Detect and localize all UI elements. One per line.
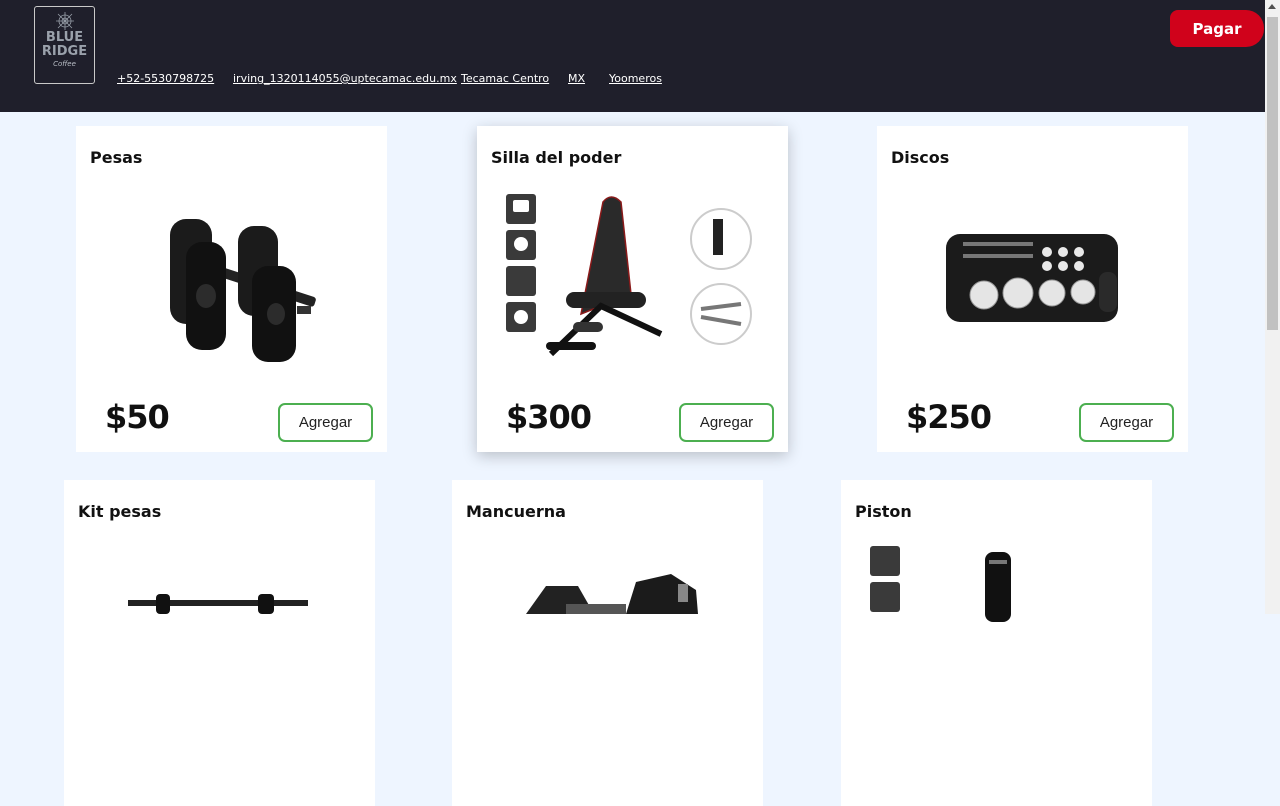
product-card-kit-pesas: Kit pesas: [64, 480, 375, 806]
product-card-piston: Piston: [841, 480, 1152, 806]
pay-button[interactable]: Pagar: [1170, 10, 1264, 47]
product-title: Piston: [855, 502, 912, 521]
dumbbells-image: [170, 219, 316, 362]
plate-case-image: [946, 234, 1118, 322]
add-to-cart-button[interactable]: Agregar: [1079, 403, 1174, 442]
nav-yoomeros-link[interactable]: Yoomeros: [609, 72, 662, 85]
product-price: $50: [105, 398, 170, 436]
logo-line-2: RIDGE: [41, 44, 88, 59]
top-header: BLUE RIDGE Coffee +52-5530798725 irving_…: [0, 0, 1265, 112]
nav-phone-link[interactable]: +52-5530798725: [117, 72, 214, 85]
scroll-up-arrow-icon[interactable]: [1268, 4, 1276, 9]
add-to-cart-button[interactable]: Agregar: [679, 403, 774, 442]
product-card-silla: Silla del poder $300 Agregar: [477, 126, 788, 452]
product-card-pesas: Pesas $50 Agregar: [76, 126, 387, 452]
product-card-mancuerna: Mancuerna: [452, 480, 763, 806]
hex-dumbbell-image: [526, 574, 698, 614]
dumbbell-kit-image: [128, 594, 308, 614]
product-price: $300: [506, 398, 592, 436]
product-title: Kit pesas: [78, 502, 162, 521]
product-title: Silla del poder: [491, 148, 622, 167]
page-scrollbar[interactable]: [1265, 0, 1280, 614]
nav-location-link[interactable]: Tecamac Centro: [461, 72, 549, 85]
bench-image: [506, 194, 752, 357]
nav-email-link[interactable]: irving_1320114055@uptecamac.edu.mx: [233, 72, 457, 85]
logo-line-3: Coffee: [53, 60, 76, 68]
product-title: Pesas: [90, 148, 143, 167]
logo-line-1: BLUE: [45, 30, 84, 45]
bar-piston-image: [870, 546, 1011, 622]
scrollbar-thumb[interactable]: [1267, 17, 1278, 330]
product-title: Mancuerna: [466, 502, 566, 521]
nav-country-link[interactable]: MX: [568, 72, 585, 85]
product-price: $250: [906, 398, 992, 436]
product-title: Discos: [891, 148, 950, 167]
brand-logo[interactable]: BLUE RIDGE Coffee: [34, 6, 95, 84]
add-to-cart-button[interactable]: Agregar: [278, 403, 373, 442]
product-card-discos: Discos $250 Agregar: [877, 126, 1188, 452]
spider-web-icon: [55, 12, 74, 30]
